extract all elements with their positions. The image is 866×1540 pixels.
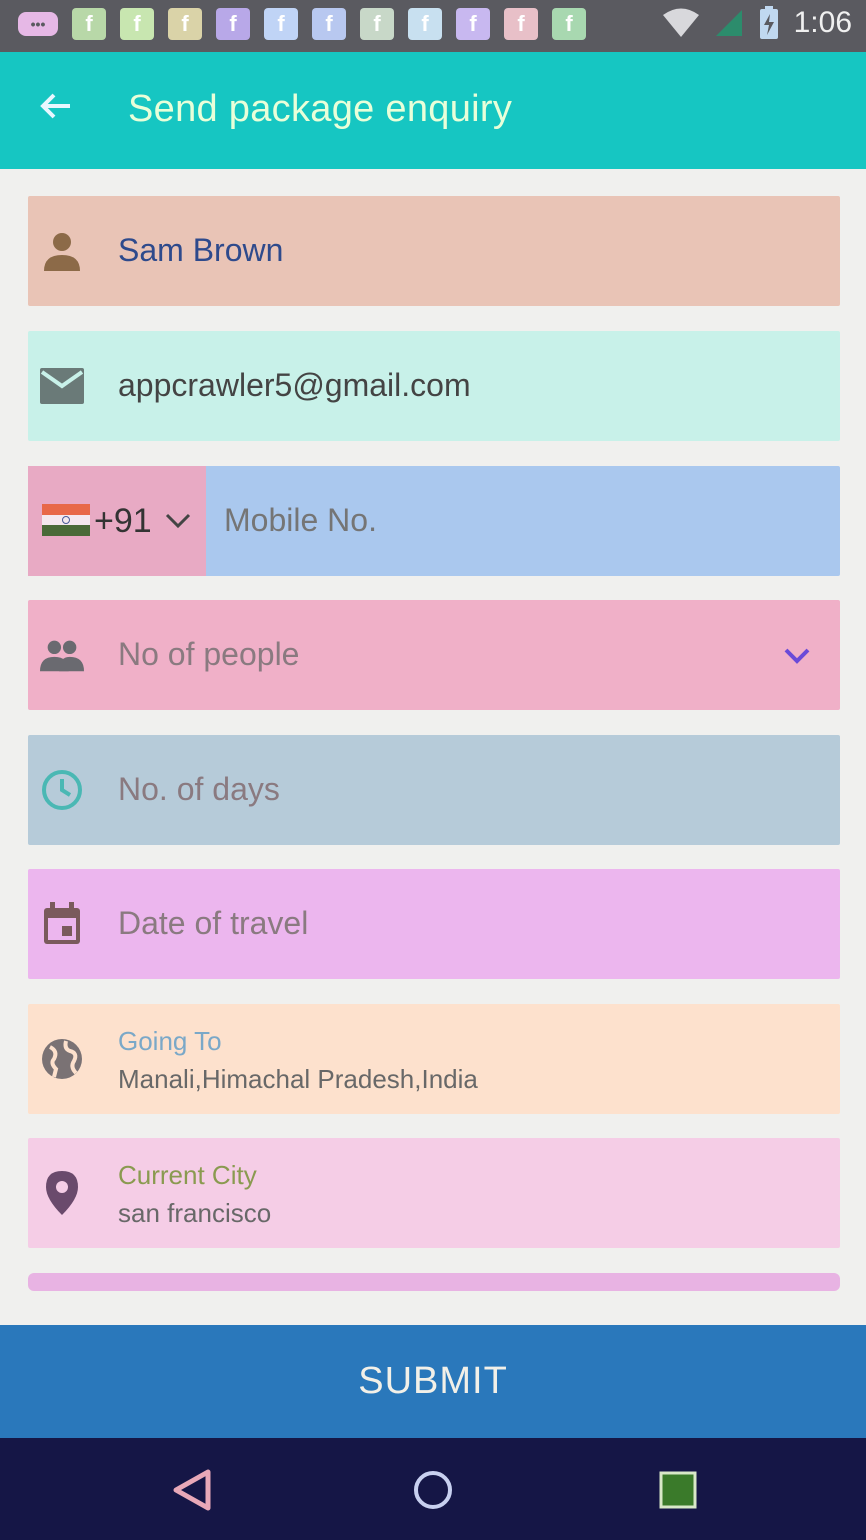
facebook-icon: f — [264, 8, 298, 40]
notification-icons: ••• f f f f f f f f f f f — [18, 8, 586, 40]
people-placeholder: No of people — [118, 636, 300, 672]
nav-back-icon[interactable] — [164, 1462, 220, 1518]
people-dropdown[interactable]: No of people — [28, 600, 840, 710]
status-bar: ••• f f f f f f f f f f f 1:06 — [0, 0, 866, 52]
going-to-field[interactable]: Going To Manali,Himachal Pradesh,India — [28, 1004, 840, 1114]
app-bar: Send package enquiry — [0, 52, 866, 169]
facebook-icon: f — [120, 8, 154, 40]
person-icon — [40, 229, 84, 273]
going-to-value: Manali,Himachal Pradesh,India — [118, 1064, 478, 1094]
facebook-icon: f — [456, 8, 490, 40]
days-placeholder: No. of days — [118, 771, 280, 807]
current-city-field[interactable]: Current City san francisco — [28, 1138, 840, 1248]
going-to-label: Going To — [118, 1026, 222, 1056]
facebook-icon: f — [72, 8, 106, 40]
page-title: Send package enquiry — [128, 88, 513, 130]
chevron-down-icon — [165, 513, 191, 529]
nav-recents-icon[interactable] — [650, 1462, 706, 1518]
arrow-back-icon[interactable] — [36, 86, 84, 134]
globe-icon — [40, 1037, 84, 1081]
country-code: +91 — [94, 502, 152, 540]
partial-field — [28, 1273, 840, 1291]
location-pin-icon — [40, 1171, 84, 1215]
email-value: appcrawler5@gmail.com — [118, 367, 471, 403]
current-city-label: Current City — [118, 1160, 257, 1190]
status-right: 1:06 — [662, 6, 852, 40]
facebook-icon: f — [552, 8, 586, 40]
facebook-icon: f — [168, 8, 202, 40]
email-field[interactable]: appcrawler5@gmail.com — [28, 331, 840, 441]
signal-icon — [715, 10, 742, 36]
clock-icon — [40, 768, 84, 812]
battery-icon — [759, 6, 778, 39]
wifi-icon — [662, 8, 699, 37]
facebook-icon: f — [360, 8, 394, 40]
days-field[interactable]: No. of days — [28, 735, 840, 845]
facebook-icon: f — [408, 8, 442, 40]
chevron-down-icon — [784, 648, 810, 664]
mobile-input[interactable] — [224, 500, 814, 540]
facebook-icon: f — [216, 8, 250, 40]
facebook-icon: f — [504, 8, 538, 40]
facebook-icon: f — [312, 8, 346, 40]
nav-home-icon[interactable] — [405, 1462, 461, 1518]
country-code-picker[interactable]: +91 — [28, 466, 206, 576]
clock-text: 1:06 — [793, 6, 852, 39]
submit-button[interactable]: SUBMIT — [0, 1325, 866, 1438]
current-city-value: san francisco — [118, 1198, 272, 1228]
submit-label: SUBMIT — [358, 1360, 508, 1402]
date-field[interactable]: Date of travel — [28, 869, 840, 979]
date-placeholder: Date of travel — [118, 905, 309, 941]
email-icon — [40, 364, 84, 408]
navigation-bar — [0, 1438, 866, 1540]
name-value: Sam Brown — [118, 232, 284, 268]
mobile-field: +91 — [28, 466, 840, 576]
message-icon: ••• — [18, 12, 58, 36]
india-flag — [42, 504, 90, 536]
group-icon — [40, 633, 84, 677]
calendar-icon — [40, 902, 84, 946]
name-field[interactable]: Sam Brown — [28, 196, 840, 306]
